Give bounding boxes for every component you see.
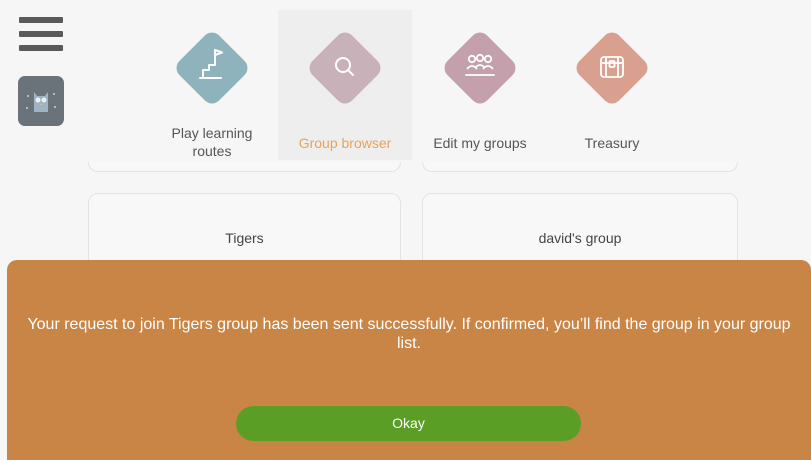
group-card-name: david's group [538, 230, 622, 246]
okay-button[interactable]: Okay [236, 406, 581, 441]
nav-group-browser[interactable]: Group browser [278, 10, 412, 160]
nav-label-line1: Play learning [171, 125, 253, 141]
nav-treasury[interactable]: Treasury [550, 10, 674, 160]
people-group-icon [465, 53, 495, 76]
nav-label: Edit my groups [433, 135, 527, 151]
confirmation-dialog: Your request to join Tigers group has be… [7, 260, 811, 460]
top-navigation: Play learning routes Group browser Edit … [0, 0, 811, 162]
nav-label: Treasury [584, 135, 640, 151]
avatar[interactable] [18, 76, 64, 126]
treasure-chest-icon [600, 56, 624, 78]
owl-avatar-icon [26, 92, 56, 112]
search-icon [335, 57, 354, 76]
route-flag-icon [199, 49, 223, 79]
group-card-name: Tigers [225, 230, 264, 246]
nav-label: Group browser [298, 135, 392, 151]
nav-edit-my-groups[interactable]: Edit my groups [418, 10, 542, 160]
dialog-message: Your request to join Tigers group has be… [27, 316, 791, 352]
nav-label-line2: routes [192, 143, 232, 159]
nav-play-learning-routes[interactable]: Play learning routes [150, 10, 274, 160]
hamburger-menu-icon[interactable] [19, 17, 63, 55]
